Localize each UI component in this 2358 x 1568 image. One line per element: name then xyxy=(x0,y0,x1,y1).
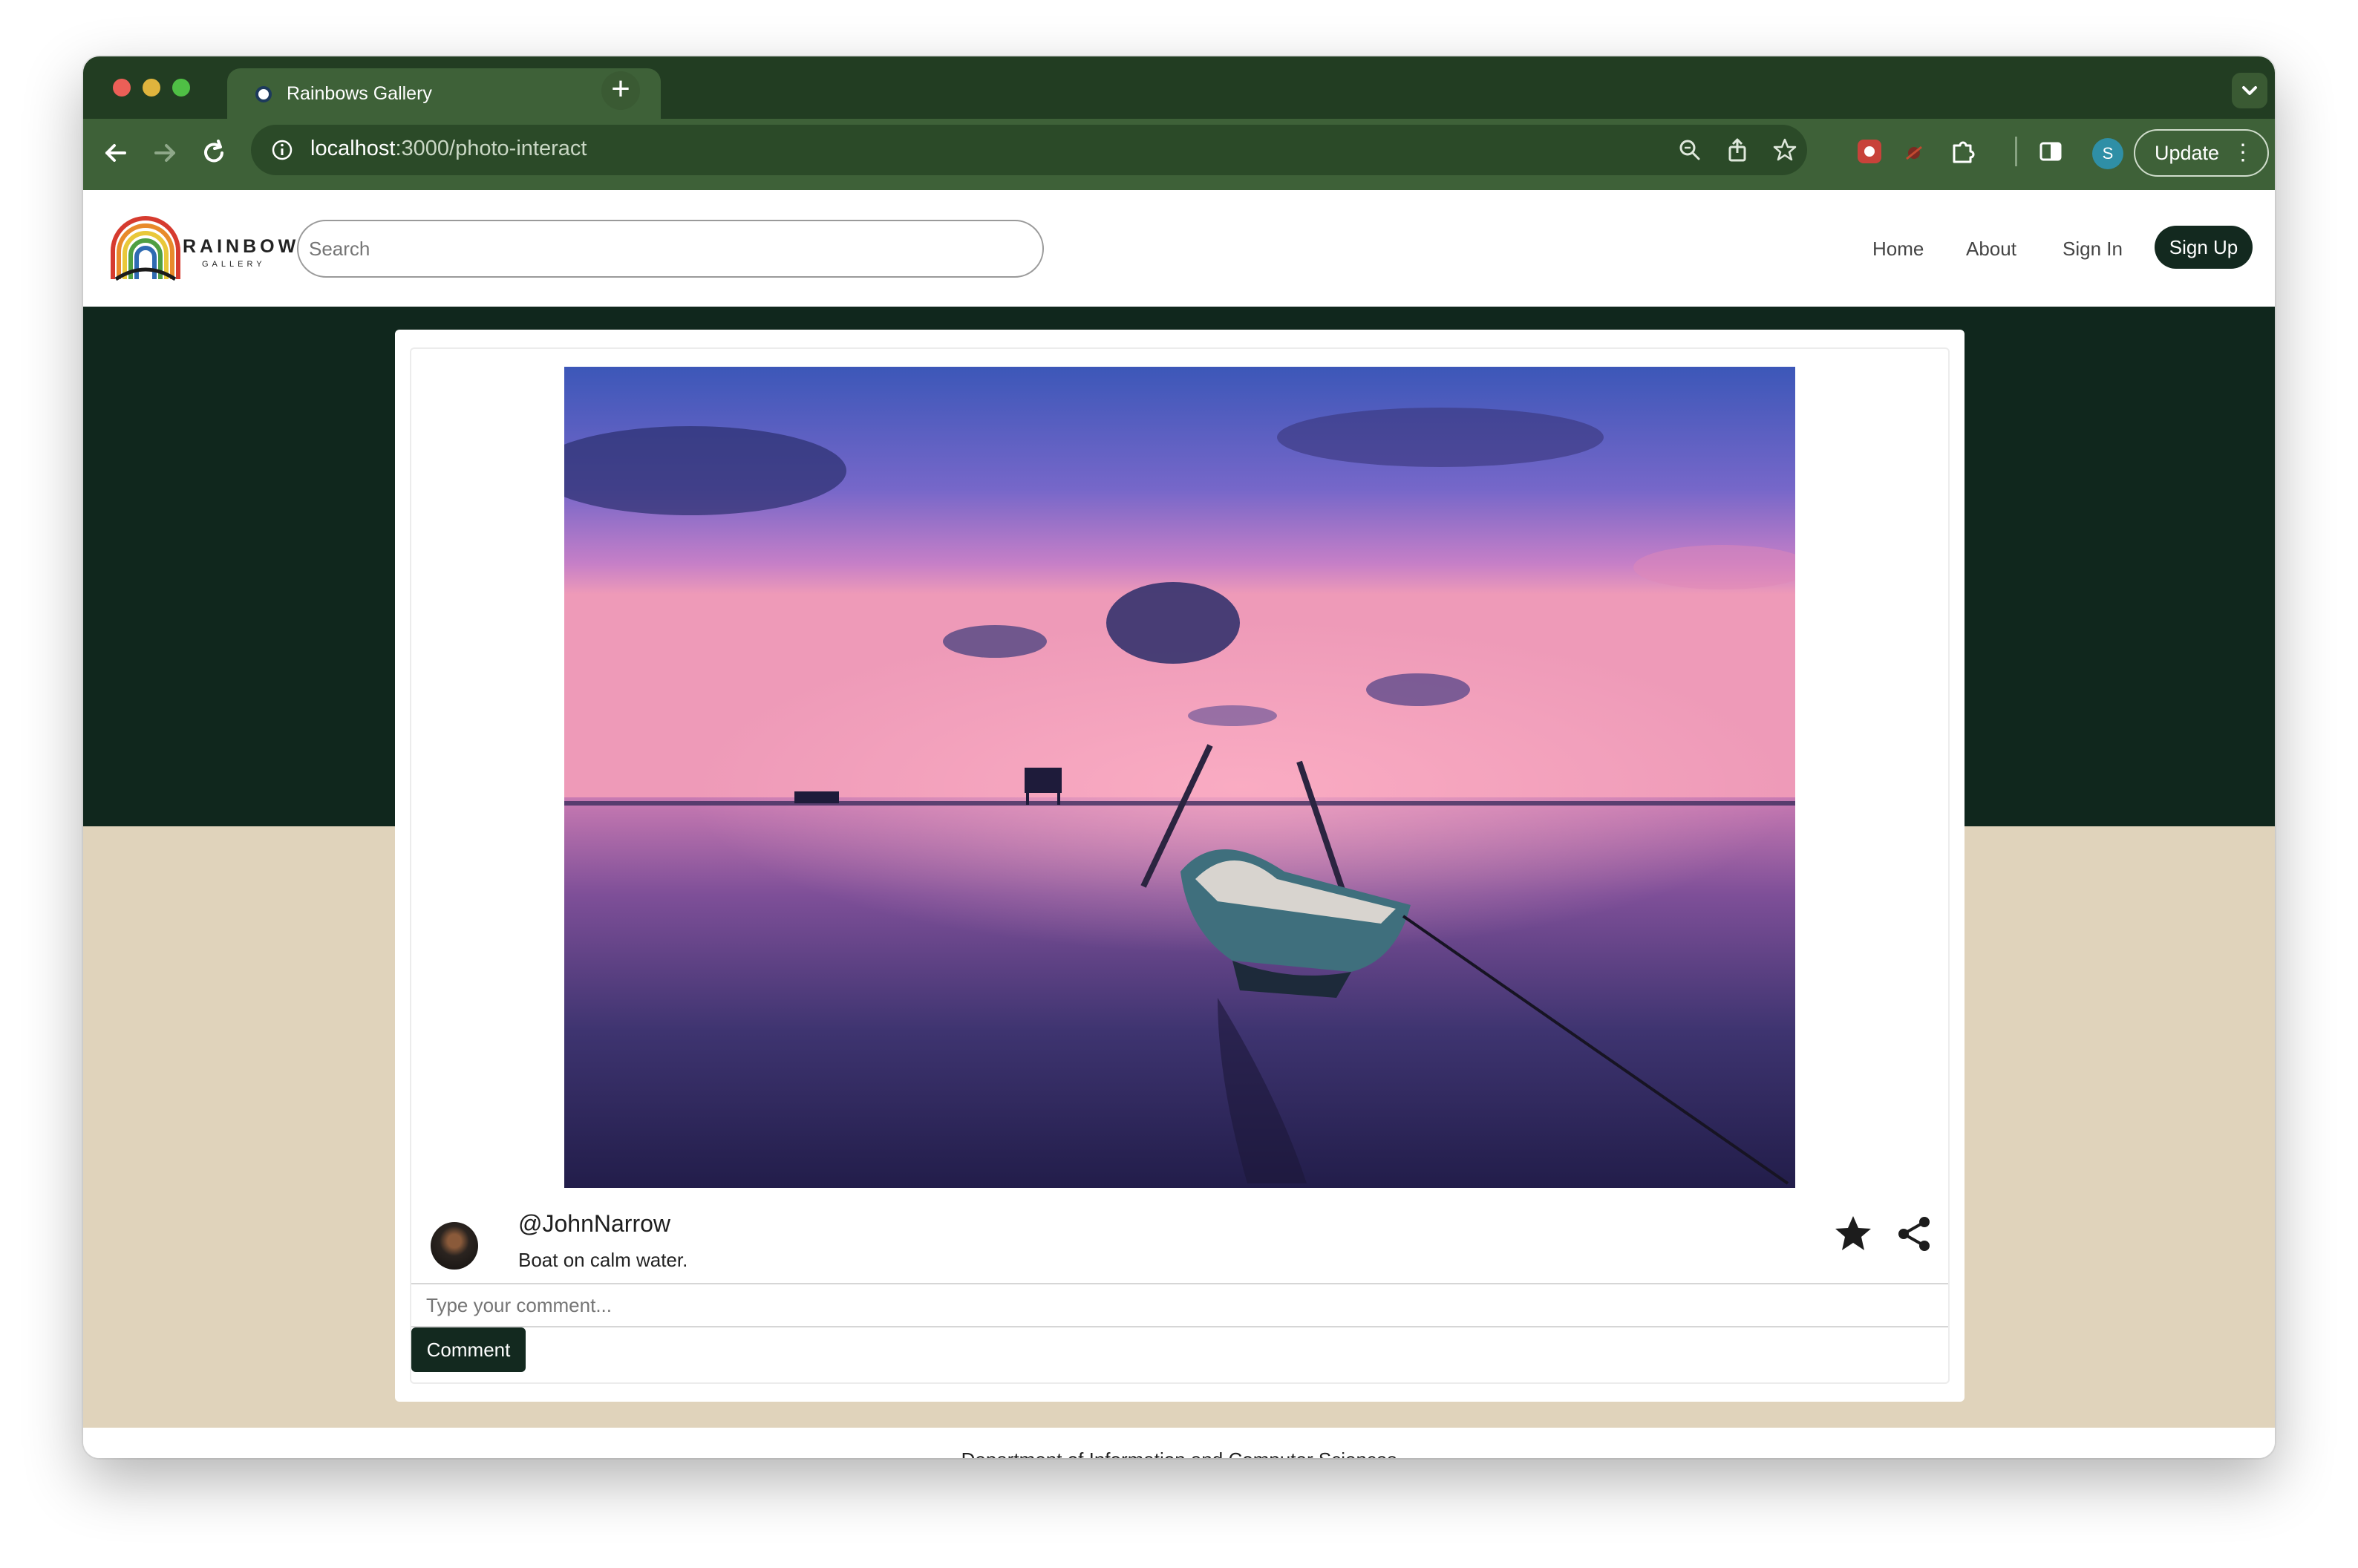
browser-toolbar: localhost:3000/photo-interact S Update ⋮ xyxy=(83,119,2275,190)
photo-card: @JohnNarrow Boat on calm water. Comment xyxy=(395,330,1965,1402)
photo-card-inner: @JohnNarrow Boat on calm water. Comment xyxy=(410,347,1950,1384)
favorite-star-icon[interactable] xyxy=(1832,1213,1874,1255)
search-input[interactable] xyxy=(297,220,1044,278)
extension-icon[interactable] xyxy=(1855,137,1884,166)
chevron-down-icon xyxy=(2242,86,2257,95)
share-icon[interactable] xyxy=(1893,1213,1935,1255)
tab-title: Rainbows Gallery xyxy=(287,83,432,104)
post-caption: Boat on calm water. xyxy=(518,1249,688,1271)
puzzle-icon[interactable] xyxy=(1948,137,1978,166)
extension-icon[interactable] xyxy=(1899,137,1929,166)
site-navbar: RAINBOW GALLERY Home About Sign In Sign … xyxy=(83,190,2275,307)
user-avatar[interactable] xyxy=(431,1222,478,1270)
footer-text: Department of Information and Computer S… xyxy=(83,1448,2275,1458)
menu-kebab-icon[interactable]: ⋮ xyxy=(2232,131,2254,175)
profile-avatar[interactable]: S xyxy=(2092,138,2123,169)
site-footer: Department of Information and Computer S… xyxy=(83,1428,2275,1458)
update-label: Update xyxy=(2155,142,2220,164)
post-username[interactable]: @JohnNarrow xyxy=(518,1210,670,1238)
nav-sign-in-link[interactable]: Sign In xyxy=(2063,238,2123,261)
url-text[interactable]: localhost:3000/photo-interact xyxy=(310,137,587,161)
tab-search-button[interactable] xyxy=(2232,73,2267,108)
rainbow-logo-icon xyxy=(111,216,180,281)
share-page-icon[interactable] xyxy=(1722,135,1752,165)
tab-rainbows-gallery[interactable]: Rainbows Gallery × xyxy=(227,68,661,119)
tab-strip: Rainbows Gallery × + xyxy=(83,56,2275,119)
page: RAINBOW GALLERY Home About Sign In Sign … xyxy=(83,190,2275,1458)
bookmark-star-icon[interactable] xyxy=(1770,135,1800,165)
reload-icon[interactable] xyxy=(196,135,232,171)
toolbar-divider xyxy=(2015,137,2017,166)
tab-favicon-icon xyxy=(255,86,272,102)
site-logo[interactable]: RAINBOW GALLERY xyxy=(108,215,295,282)
comment-input[interactable] xyxy=(411,1283,1948,1327)
address-bar[interactable]: localhost:3000/photo-interact xyxy=(251,125,1807,175)
logo-subtitle: GALLERY xyxy=(202,260,266,269)
minimize-window-button[interactable] xyxy=(143,79,160,97)
post-photo[interactable] xyxy=(564,367,1795,1188)
back-icon[interactable] xyxy=(98,135,134,171)
close-window-button[interactable] xyxy=(113,79,131,97)
sign-up-button[interactable]: Sign Up xyxy=(2155,226,2253,269)
comment-button[interactable]: Comment xyxy=(411,1327,526,1372)
info-icon[interactable] xyxy=(270,138,294,162)
logo-wordmark: RAINBOW xyxy=(183,236,300,257)
browser-window: Rainbows Gallery × + xyxy=(83,56,2275,1458)
nav-about-link[interactable]: About xyxy=(1966,238,2016,261)
nav-home-link[interactable]: Home xyxy=(1872,238,1924,261)
sunset-boat-image xyxy=(564,367,1795,1188)
new-tab-button[interactable]: + xyxy=(601,71,640,110)
sidebar-icon[interactable] xyxy=(2036,137,2065,166)
zoom-window-button[interactable] xyxy=(172,79,190,97)
update-button[interactable]: Update ⋮ xyxy=(2134,129,2269,177)
zoom-icon[interactable] xyxy=(1675,135,1705,165)
forward-icon[interactable] xyxy=(147,135,183,171)
